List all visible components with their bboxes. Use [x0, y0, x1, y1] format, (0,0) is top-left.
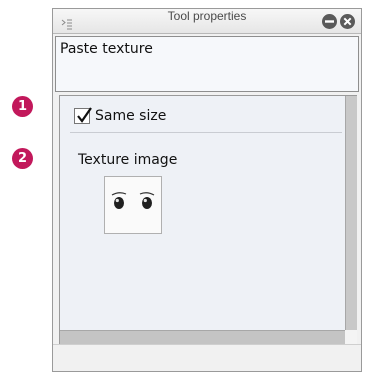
vertical-scrollbar[interactable] [345, 96, 357, 334]
properties-panel: Same size Texture image [59, 95, 357, 345]
title-bar[interactable]: Tool properties [53, 9, 361, 34]
close-button[interactable] [339, 13, 356, 30]
same-size-checkbox[interactable] [74, 107, 92, 124]
close-icon [340, 14, 355, 29]
tool-name-box: Paste texture [55, 36, 359, 92]
divider [70, 132, 342, 133]
eyes-texture-icon [111, 192, 155, 209]
checkmark-icon [77, 107, 92, 123]
horizontal-scrollbar[interactable] [60, 330, 345, 344]
tool-name-label: Paste texture [60, 41, 153, 57]
texture-image-label: Texture image [78, 152, 178, 168]
minimize-icon [322, 14, 337, 29]
texture-image-thumbnail[interactable] [104, 176, 162, 234]
tool-properties-window: Tool properties Paste texture Same size [52, 8, 362, 372]
window-title: Tool properties [167, 9, 247, 23]
same-size-label: Same size [95, 108, 167, 124]
minimize-button[interactable] [321, 13, 338, 30]
callout-2: 2 [12, 148, 33, 169]
scroll-corner [345, 330, 357, 344]
callout-1: 1 [12, 96, 33, 117]
same-size-row[interactable]: Same size [74, 106, 166, 126]
footer-bar [53, 344, 361, 371]
